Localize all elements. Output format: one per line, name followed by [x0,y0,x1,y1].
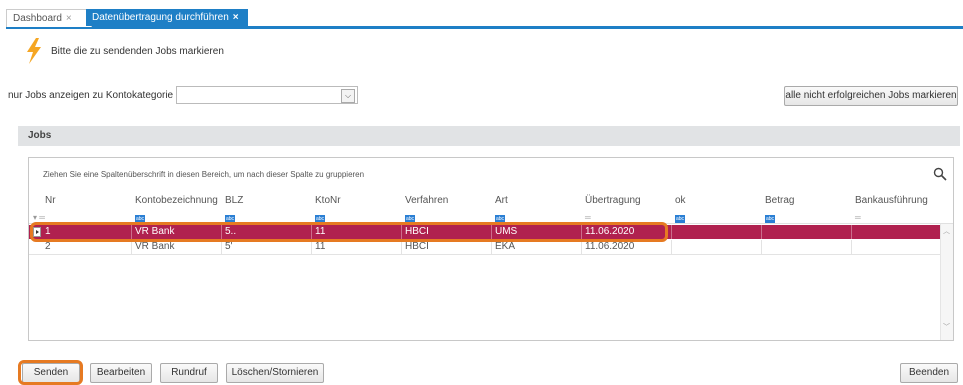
mark-failed-jobs-button[interactable]: alle nicht erfolgreichen Jobs markieren [784,86,958,106]
equals-filter-icon: ═ [855,213,861,222]
cell-kontobezeichnung: VR Bank [135,241,175,252]
delete-cancel-button[interactable]: Löschen/Stornieren [226,363,324,383]
column-header-ok[interactable]: ok [675,195,686,206]
column-header-uebertragung[interactable]: Übertragung [585,195,641,206]
column-divider [221,240,222,254]
column-divider [311,240,312,254]
filter-label: nur Jobs anzeigen zu Kontokategorie [8,90,174,101]
column-header-verfahren[interactable]: Verfahren [405,195,448,206]
filter-cell-betrag[interactable]: abc [765,212,775,223]
poll-button[interactable]: Rundruf [160,363,218,383]
filter-cell-bankausfuehrung[interactable]: ═ [855,212,861,223]
column-divider [131,240,132,254]
cell-nr: 2 [45,241,51,252]
column-divider [761,240,762,254]
column-divider [761,225,762,239]
column-header-blz[interactable]: BLZ [225,195,243,206]
table-row[interactable]: 2 VR Bank 5' 11 HBCI EKA 11.06.2020 [29,240,941,255]
column-header-kontobezeichnung[interactable]: Kontobezeichnung [135,195,218,206]
column-divider [671,240,672,254]
cell-verfahren: HBCI [405,241,429,252]
search-icon[interactable] [933,167,947,181]
column-divider [851,225,852,239]
tab-dashboard-label: Dashboard [13,13,62,24]
column-divider [491,240,492,254]
column-divider [581,240,582,254]
equals-filter-icon: ═ [585,213,591,222]
lightning-bolt-icon [27,38,41,64]
chevron-down-icon[interactable]: ⌵ [341,89,355,103]
filter-cell-ok[interactable]: abc [675,212,685,223]
selected-row-highlight [30,222,668,242]
tab-datenuebertragung[interactable]: Datenübertragung durchführen × [86,9,248,26]
tab-bar: Dashboard × Datenübertragung durchführen × [6,6,963,29]
text-filter-icon: abc [675,215,685,223]
kontokategorie-select[interactable]: ⌵ [176,86,358,104]
filter-icon: ▾ ═ [33,213,45,222]
jobs-grid: Ziehen Sie eine Spaltenüberschrift in di… [28,157,954,341]
column-divider [401,240,402,254]
close-icon[interactable]: × [233,12,239,23]
jobs-section-header: Jobs [18,126,960,146]
chevron-down-icon[interactable]: ﹀ [943,322,950,332]
column-header-nr[interactable]: Nr [45,195,56,206]
column-divider [671,225,672,239]
column-divider [851,240,852,254]
send-button-highlight [18,360,83,385]
text-filter-icon: abc [765,215,775,223]
tab-datenuebertragung-label: Datenübertragung durchführen [92,12,229,23]
column-header-art[interactable]: Art [495,195,508,206]
group-panel-hint: Ziehen Sie eine Spaltenüberschrift in di… [43,170,365,179]
exit-button[interactable]: Beenden [900,363,958,383]
tab-dashboard[interactable]: Dashboard × [6,9,92,27]
column-header-ktonr[interactable]: KtoNr [315,195,341,206]
cell-ktonr: 11 [315,241,326,252]
close-icon[interactable]: × [66,13,72,24]
edit-button[interactable]: Bearbeiten [90,363,152,383]
column-header-bankausfuehrung[interactable]: Bankausführung [855,195,928,206]
chevron-up-icon[interactable]: ︿ [943,226,950,236]
cell-art: EKA [495,241,516,252]
vertical-scrollbar[interactable]: ︿ ﹀ [940,224,953,340]
instruction-text: Bitte die zu sendenden Jobs markieren [51,46,224,57]
column-header-betrag[interactable]: Betrag [765,195,794,206]
cell-uebertragung: 11.06.2020 [585,241,635,252]
cell-blz: 5' [225,241,233,252]
